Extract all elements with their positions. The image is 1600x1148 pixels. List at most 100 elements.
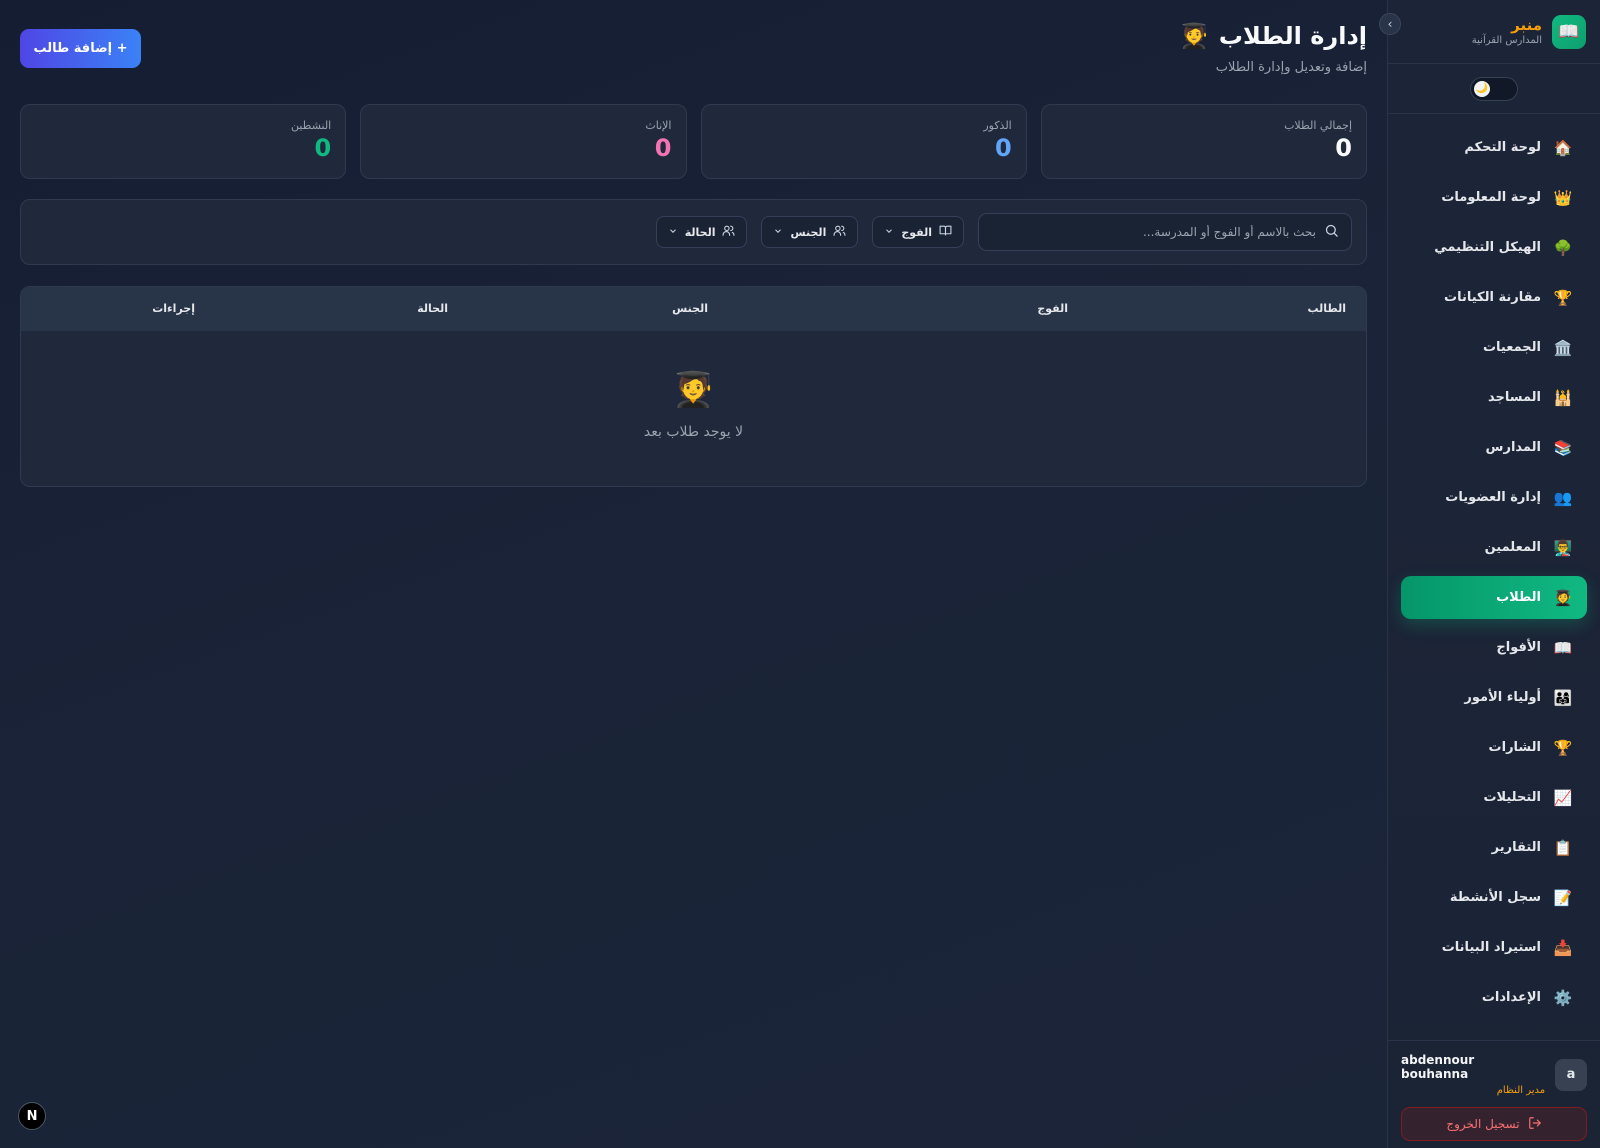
add-student-button[interactable]: + إضافة طالب (20, 29, 141, 68)
sidebar-item-students[interactable]: 🧑‍🎓 الطلاب (1401, 576, 1587, 619)
stat-card-male: الذكور 0 (700, 104, 1027, 179)
family-icon: 👨‍👩‍👧 (1553, 688, 1573, 707)
sidebar-item-info-board[interactable]: 👑 لوحة المعلومات (1401, 176, 1587, 219)
sidebar-item-label: أولياء الأمور (1464, 690, 1541, 705)
teacher-icon: 👨‍🏫 (1553, 538, 1573, 557)
sidebar: 📖 منبر المدارس القرآنية 🌙 🏠 لوحة التحكم … (1387, 0, 1600, 1148)
sidebar-item-label: لوحة التحكم (1464, 140, 1541, 155)
page-title: إدارة الطلاب 🧑‍🎓 (1179, 22, 1367, 50)
stat-card-total: إجمالي الطلاب 0 (1040, 104, 1367, 179)
sidebar-item-activity-log[interactable]: 📝 سجل الأنشطة (1401, 876, 1587, 919)
sidebar-item-label: الجمعيات (1482, 340, 1541, 355)
chevron-down-icon (884, 226, 894, 239)
chart-up-icon: 📈 (1553, 788, 1573, 807)
stat-card-active: النشطين 0 (20, 104, 347, 179)
column-header-student[interactable]: الطالب (1307, 302, 1346, 315)
stat-value: 0 (654, 134, 672, 162)
stat-label: النشطين (290, 119, 332, 132)
sidebar-item-data-import[interactable]: 📥 استيراد البيانات (1401, 926, 1587, 969)
empty-state-text: لا يوجد طلاب بعد (643, 424, 744, 440)
student-icon: 🧑‍🎓 (672, 370, 715, 410)
sidebar-item-associations[interactable]: 🏛️ الجمعيات (1401, 326, 1587, 369)
dev-tools-badge[interactable]: N (18, 1102, 46, 1130)
sidebar-collapse-button[interactable]: › (1379, 13, 1401, 35)
users-icon (722, 224, 735, 240)
sidebar-item-schools[interactable]: 📚 المدارس (1401, 426, 1587, 469)
column-header-actions: إجراءات (152, 302, 195, 315)
empty-state: 🧑‍🎓 لا يوجد طلاب بعد (21, 370, 1366, 440)
brand-name: منبر (1511, 15, 1542, 34)
user-name: abdennour bouhanna (1401, 1053, 1475, 1081)
gear-icon: ⚙️ (1553, 988, 1573, 1007)
search-icon (1324, 223, 1339, 242)
stat-label: الذكور (983, 119, 1012, 132)
sidebar-item-guardians[interactable]: 👨‍👩‍👧 أولياء الأمور (1401, 676, 1587, 719)
logout-button[interactable]: تسجيل الخروج (1401, 1107, 1587, 1141)
column-header-gender[interactable]: الجنس (672, 302, 708, 315)
chevron-right-icon: › (1387, 17, 1393, 31)
gender-filter-label: الجنس (790, 225, 827, 239)
sidebar-item-label: التقارير (1491, 840, 1541, 855)
crown-icon: 👑 (1553, 188, 1573, 207)
books-icon: 📚 (1553, 438, 1573, 457)
column-header-status[interactable]: الحالة (417, 302, 448, 315)
student-icon: 🧑‍🎓 (1553, 588, 1573, 607)
logout-icon (1528, 1116, 1542, 1133)
bank-icon: 🏛️ (1553, 338, 1573, 357)
clipboard-icon: 📋 (1553, 838, 1573, 857)
sidebar-item-settings[interactable]: ⚙️ الإعدادات (1401, 976, 1587, 1019)
sidebar-item-label: الأفواج (1496, 640, 1541, 655)
column-header-group[interactable]: الفوج (1037, 302, 1068, 315)
page-subtitle: إضافة وتعديل وإدارة الطلاب (1215, 60, 1367, 75)
sidebar-nav: 🏠 لوحة التحكم 👑 لوحة المعلومات 🌳 الهيكل … (1388, 114, 1600, 1019)
sidebar-item-label: الطلاب (1496, 590, 1541, 605)
mosque-icon: 🕌 (1553, 388, 1573, 407)
theme-toggle[interactable]: 🌙 (1470, 76, 1518, 101)
theme-row: 🌙 (1388, 64, 1600, 114)
status-filter-dropdown[interactable]: الحالة (655, 216, 748, 248)
trophy-icon: 🏆 (1553, 288, 1573, 307)
sidebar-item-label: المساجد (1487, 390, 1541, 405)
sidebar-item-teachers[interactable]: 👨‍🏫 المعلمين (1401, 526, 1587, 569)
sidebar-item-label: لوحة المعلومات (1441, 190, 1541, 205)
brand[interactable]: 📖 منبر المدارس القرآنية (1388, 0, 1600, 64)
sidebar-item-reports[interactable]: 📋 التقارير (1401, 826, 1587, 869)
open-book-icon: 📖 (1553, 638, 1573, 657)
search-input[interactable] (991, 225, 1316, 239)
search-box (978, 213, 1352, 251)
gender-filter-dropdown[interactable]: الجنس (761, 216, 859, 248)
users-icon: 👥 (1553, 488, 1573, 507)
trophy-icon: 🏆 (1553, 738, 1573, 757)
sidebar-item-label: التحليلات (1483, 790, 1541, 805)
table-header: الطالب الفوج الجنس الحالة إجراءات (21, 287, 1366, 331)
user-role: مدير النظام (1496, 1085, 1546, 1096)
sidebar-item-badges[interactable]: 🏆 الشارات (1401, 726, 1587, 769)
sidebar-item-entity-compare[interactable]: 🏆 مقارنة الكيانات (1401, 276, 1587, 319)
sidebar-item-label: الإعدادات (1481, 990, 1541, 1005)
stat-label: إجمالي الطلاب (1284, 119, 1352, 132)
sidebar-item-org-structure[interactable]: 🌳 الهيكل التنظيمي (1401, 226, 1587, 269)
sidebar-item-mosques[interactable]: 🕌 المساجد (1401, 376, 1587, 419)
sidebar-item-dashboard[interactable]: 🏠 لوحة التحكم (1401, 126, 1587, 169)
stat-card-female: الإناث 0 (360, 104, 687, 179)
student-icon: 🧑‍🎓 (1179, 22, 1209, 50)
students-table: الطالب الفوج الجنس الحالة إجراءات 🧑‍🎓 لا… (20, 286, 1367, 487)
sidebar-item-analytics[interactable]: 📈 التحليلات (1401, 776, 1587, 819)
users-icon (833, 224, 846, 240)
stat-value: 0 (314, 134, 332, 162)
sidebar-item-label: الشارات (1488, 740, 1541, 755)
sidebar-item-label: المدارس (1485, 440, 1541, 455)
sidebar-item-memberships[interactable]: 👥 إدارة العضويات (1401, 476, 1587, 519)
stat-value: 0 (1335, 134, 1352, 162)
stats-row: إجمالي الطلاب 0 الذكور 0 الإناث 0 النشطي… (20, 104, 1367, 179)
sidebar-item-label: استيراد البيانات (1441, 940, 1541, 955)
book-icon (939, 224, 952, 240)
sidebar-item-label: سجل الأنشطة (1449, 890, 1541, 905)
tree-icon: 🌳 (1553, 238, 1573, 257)
filters-bar: الفوج الجنس الحالة (20, 199, 1367, 265)
avatar[interactable]: a (1555, 1058, 1587, 1091)
chevron-down-icon (773, 226, 783, 239)
group-filter-dropdown[interactable]: الفوج (872, 216, 964, 248)
logout-label: تسجيل الخروج (1446, 1117, 1520, 1131)
sidebar-item-groups[interactable]: 📖 الأفواج (1401, 626, 1587, 669)
